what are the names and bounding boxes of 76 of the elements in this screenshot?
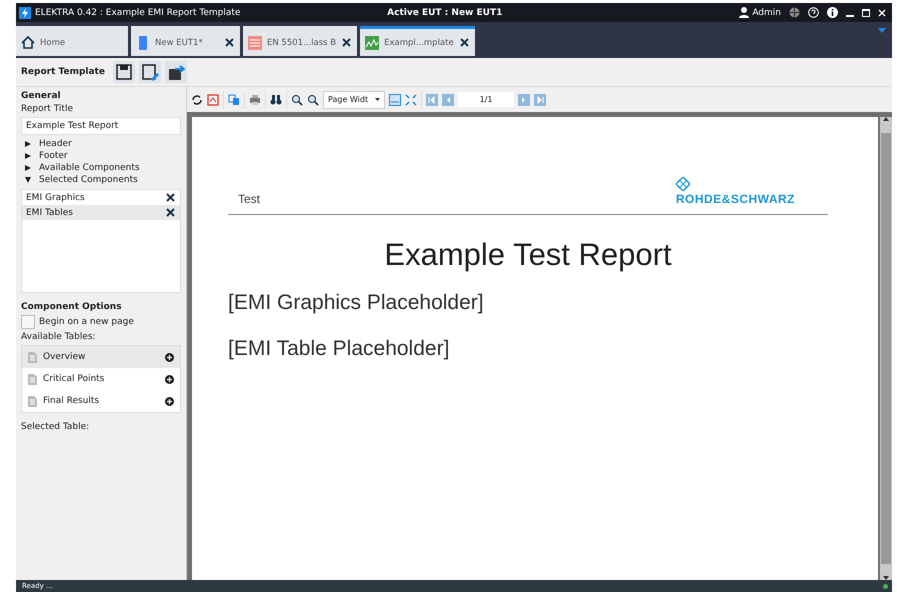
- document-icon: [28, 396, 37, 406]
- zoom-dropdown[interactable]: Page Widt: [323, 90, 385, 108]
- list-item-label: Critical Points: [43, 374, 106, 384]
- tree-item[interactable]: Selected Components: [25, 174, 181, 186]
- export-button[interactable]: [164, 61, 187, 83]
- list-item-label: Final Results: [43, 396, 100, 406]
- tab[interactable]: Home: [16, 26, 128, 56]
- caret-down-icon: [375, 98, 380, 101]
- zoom-in-icon[interactable]: [291, 94, 303, 106]
- list-item[interactable]: Overview: [22, 346, 180, 368]
- chart-icon: [365, 36, 380, 50]
- report-title-field[interactable]: Example Test Report: [21, 117, 181, 135]
- save-as-button[interactable]: [138, 61, 161, 83]
- toolbar-title: Report Template: [21, 67, 105, 77]
- field-label: Selected Table:: [21, 422, 90, 432]
- refresh-icon[interactable]: [191, 94, 203, 106]
- field-label: Available Tables:: [21, 332, 97, 342]
- zoom-out-icon[interactable]: [307, 94, 319, 106]
- tree-item[interactable]: Header: [25, 138, 181, 150]
- section-heading: General: [21, 91, 62, 101]
- remove-icon[interactable]: [165, 207, 176, 218]
- tree-item[interactable]: Footer: [25, 150, 181, 162]
- list-item[interactable]: Final Results: [22, 390, 180, 412]
- placeholder-text: [EMI Graphics Placeholder]: [228, 291, 485, 315]
- list-item[interactable]: Critical Points: [22, 368, 180, 390]
- fit-width-icon[interactable]: [389, 94, 401, 106]
- save-button[interactable]: [112, 61, 135, 83]
- diamond-logo-icon: [676, 177, 690, 191]
- section-heading: Component Options: [21, 302, 123, 312]
- status-indicator: [883, 584, 888, 588]
- caret-down-icon: [25, 177, 31, 183]
- close-icon[interactable]: [458, 37, 470, 48]
- scrollbar[interactable]: [880, 117, 892, 580]
- placeholder-text: [EMI Table Placeholder]: [228, 337, 450, 361]
- app-logo-icon: [19, 6, 31, 18]
- maximize-icon[interactable]: [862, 8, 870, 16]
- fit-page-icon[interactable]: [405, 94, 417, 106]
- page-number: 1/1: [458, 92, 514, 107]
- user-icon: [739, 7, 750, 18]
- tab[interactable]: New EUT1*: [131, 26, 240, 56]
- copy-icon[interactable]: [228, 94, 240, 106]
- device-icon: [136, 36, 150, 50]
- list-icon: [248, 36, 262, 50]
- field-label: Report Title: [21, 104, 74, 114]
- document-icon: [28, 374, 37, 384]
- window-title: ELEKTRA 0.42 : Example EMI Report Template: [35, 8, 242, 18]
- binoculars-icon[interactable]: [270, 94, 282, 106]
- logo-text: ROHDE&SCHWARZ: [676, 192, 795, 206]
- report-title: Example Test Report: [383, 237, 673, 273]
- header-text: Test: [238, 192, 260, 206]
- dropdown-icon[interactable]: [878, 28, 886, 34]
- tab[interactable]: Exampl...mplate: [360, 26, 475, 56]
- list-item-label: EMI Tables: [26, 208, 73, 218]
- document-icon: [28, 352, 37, 362]
- remove-icon[interactable]: [165, 192, 176, 203]
- add-icon[interactable]: [165, 352, 174, 362]
- user-name: Admin: [752, 8, 781, 18]
- add-icon[interactable]: [165, 374, 174, 384]
- home-icon: [21, 36, 35, 50]
- add-icon[interactable]: [165, 396, 174, 406]
- checkbox[interactable]: [21, 315, 35, 329]
- list-item-label: EMI Graphics: [26, 192, 85, 202]
- scroll-up-icon: [883, 117, 889, 121]
- tab[interactable]: EN 5501...lass B: [243, 26, 358, 56]
- checkbox-label: Begin on a new page: [39, 317, 134, 327]
- list-item-label: Overview: [43, 352, 86, 362]
- printer-icon[interactable]: [249, 94, 261, 106]
- list-item[interactable]: EMI Tables: [22, 205, 180, 220]
- list-item[interactable]: EMI Graphics: [22, 190, 180, 205]
- info-icon[interactable]: [827, 7, 838, 18]
- close-icon[interactable]: [341, 37, 352, 48]
- tree-item[interactable]: Available Components: [25, 162, 181, 174]
- help-icon[interactable]: [808, 7, 819, 18]
- close-icon[interactable]: [224, 37, 235, 48]
- pdf-icon[interactable]: [207, 94, 219, 106]
- active-eut-label: Active EUT : New EUT1: [387, 8, 504, 18]
